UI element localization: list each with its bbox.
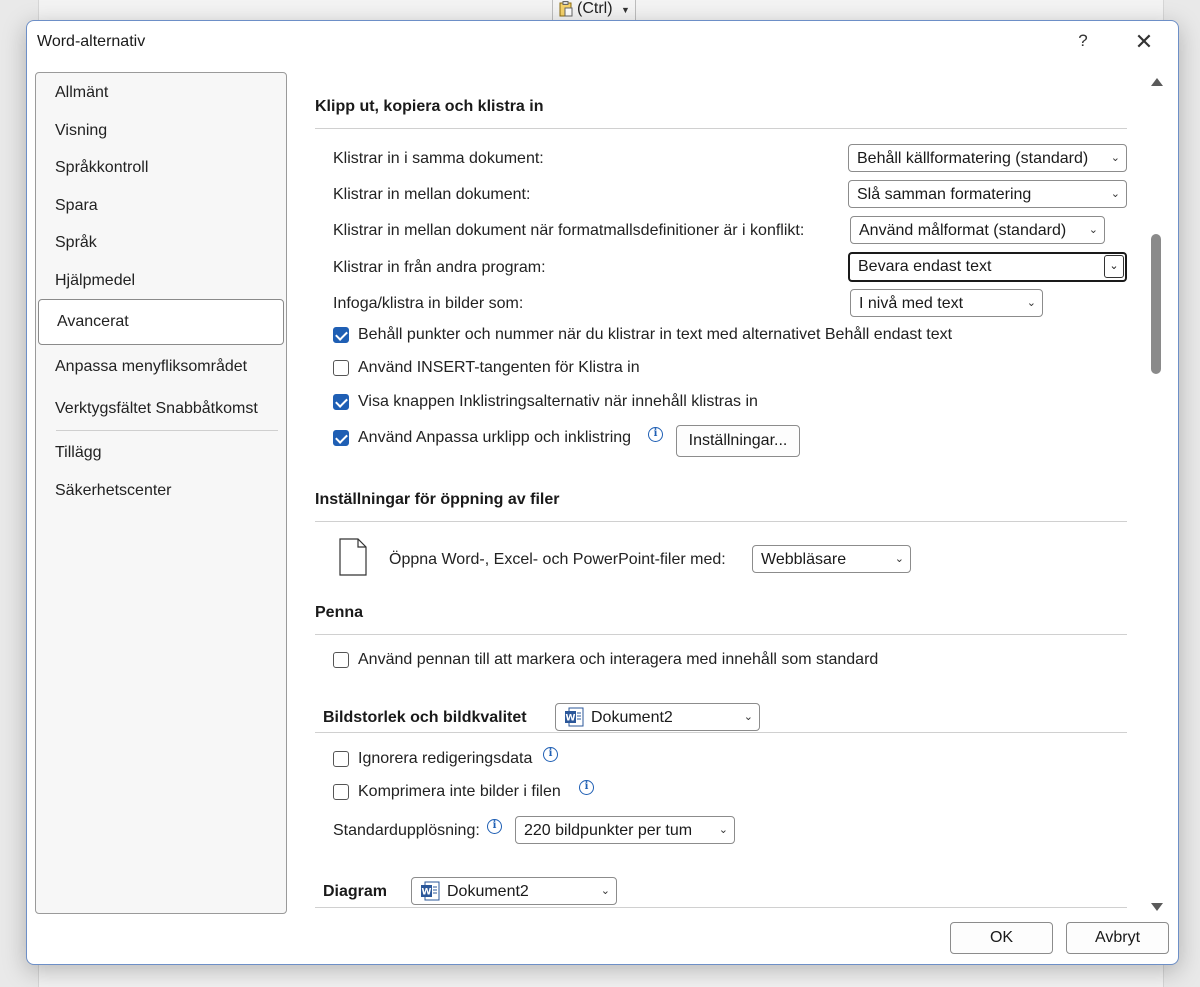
use-pen-checkbox[interactable] [333, 652, 349, 668]
help-button[interactable]: ? [1072, 29, 1094, 53]
insert-pictures-label: Infoga/klistra in bilder som: [333, 295, 524, 312]
section-divider [315, 634, 1127, 635]
chevron-down-icon: ⌄ [743, 711, 753, 723]
word-document-icon: W [421, 881, 440, 901]
ignore-editing-data-checkbox[interactable] [333, 751, 349, 767]
word-document-icon: W [565, 707, 584, 727]
section-heading-chart: Diagram [323, 883, 388, 900]
close-button[interactable]: ✕ [1129, 29, 1159, 55]
chevron-down-icon: ⌄ [894, 553, 904, 565]
chevron-down-icon: ⌄ [1104, 255, 1124, 278]
chevron-down-icon: ▼ [621, 5, 630, 15]
section-heading-open-files: Inställningar för öppning av filer [315, 491, 560, 508]
paste-other-programs-label: Klistrar in från andra program: [333, 259, 546, 276]
open-files-select[interactable]: Webbläsare ⌄ [752, 545, 911, 573]
insert-key-checkbox[interactable] [333, 360, 349, 376]
info-icon: i [487, 819, 502, 834]
sidebar-item-sakerhetscenter[interactable]: Säkerhetscenter [37, 473, 284, 509]
paste-conflict-select[interactable]: Använd målformat (standard) ⌄ [850, 216, 1105, 244]
ok-button[interactable]: OK [950, 922, 1053, 954]
section-heading-paste: Klipp ut, kopiera och klistra in [315, 98, 544, 115]
paste-options-chip[interactable]: (Ctrl) ▼ [552, 0, 636, 21]
paste-other-programs-select[interactable]: Bevara endast text ⌄ [848, 252, 1127, 282]
select-value: Använd målformat (standard) [859, 222, 1067, 239]
insert-key-label: Använd INSERT-tangenten för Klistra in [358, 359, 640, 376]
select-value: I nivå med text [859, 295, 964, 312]
chevron-down-icon: ⌄ [600, 885, 610, 897]
settings-button[interactable]: Inställningar... [676, 425, 800, 457]
select-value: Slå samman formatering [857, 186, 1032, 203]
smart-cut-paste-label: Använd Anpassa urklipp och inklistring [358, 429, 632, 446]
paste-chip-label: (Ctrl) [577, 0, 613, 17]
select-value: Dokument2 [591, 709, 673, 726]
paste-between-docs-label: Klistrar in mellan dokument: [333, 186, 531, 203]
insert-pictures-select[interactable]: I nivå med text ⌄ [850, 289, 1043, 317]
sidebar-item-sprak[interactable]: Språk [37, 225, 284, 261]
select-value: Webbläsare [761, 551, 847, 568]
open-files-label: Öppna Word-, Excel- och PowerPoint-filer… [389, 551, 726, 568]
section-divider [315, 521, 1127, 522]
no-compress-label: Komprimera inte bilder i filen [358, 783, 561, 800]
section-divider [315, 732, 1127, 733]
chevron-down-icon: ⌄ [718, 824, 728, 836]
info-icon: i [579, 780, 594, 795]
sidebar-item-hjalpmedel[interactable]: Hjälpmedel [37, 263, 284, 299]
select-value: Dokument2 [447, 883, 529, 900]
sidebar-item-sprakkontroll[interactable]: Språkkontroll [37, 150, 284, 186]
chevron-down-icon: ⌄ [1088, 224, 1098, 236]
ignore-editing-data-label: Ignorera redigeringsdata [358, 750, 533, 767]
sidebar-item-anpassa-menyfliksomradet[interactable]: Anpassa menyfliksområdet [37, 349, 284, 385]
use-pen-label: Använd pennan till att markera och inter… [358, 651, 879, 668]
scroll-down-icon[interactable] [1151, 903, 1163, 911]
select-value: Bevara endast text [858, 258, 992, 275]
default-resolution-select[interactable]: 220 bildpunkter per tum ⌄ [515, 816, 735, 844]
paste-same-doc-label: Klistrar in i samma dokument: [333, 150, 544, 167]
paste-same-doc-select[interactable]: Behåll källformatering (standard) ⌄ [848, 144, 1127, 172]
chevron-down-icon: ⌄ [1110, 152, 1120, 164]
chevron-down-icon: ⌄ [1026, 297, 1036, 309]
select-value: Behåll källformatering (standard) [857, 150, 1089, 167]
section-heading-pen: Penna [315, 604, 364, 621]
chevron-down-icon: ⌄ [1110, 188, 1120, 200]
sidebar-item-tillagg[interactable]: Tillägg [37, 435, 284, 471]
info-icon: i [543, 747, 558, 762]
svg-text:W: W [566, 714, 576, 724]
dialog-title: Word-alternativ [37, 33, 146, 50]
show-paste-options-label: Visa knappen Inklistringsalternativ när … [358, 393, 758, 410]
content-scrollbar[interactable] [1149, 76, 1165, 911]
sidebar-divider [56, 430, 278, 431]
keep-bullets-label: Behåll punkter och nummer när du klistra… [358, 326, 953, 343]
scroll-thumb[interactable] [1151, 234, 1161, 374]
paste-conflict-label: Klistrar in mellan dokument när formatma… [333, 222, 805, 239]
sidebar-item-allmant[interactable]: Allmänt [37, 75, 284, 111]
section-heading-image-quality: Bildstorlek och bildkvalitet [323, 709, 527, 726]
sidebar-item-snabbatkomst[interactable]: Verktygsfältet Snabbåtkomst [37, 391, 284, 427]
show-paste-options-checkbox[interactable] [333, 394, 349, 410]
chart-document-select[interactable]: W Dokument2 ⌄ [411, 877, 617, 905]
sidebar-item-spara[interactable]: Spara [37, 188, 284, 224]
section-divider [315, 907, 1127, 908]
clipboard-icon [559, 1, 573, 17]
scroll-up-icon[interactable] [1151, 78, 1163, 86]
options-sidebar: Allmänt Visning Språkkontroll Spara Språ… [35, 72, 287, 914]
file-icon [339, 538, 367, 576]
no-compress-checkbox[interactable] [333, 784, 349, 800]
default-resolution-label: Standardupplösning: [333, 822, 480, 839]
section-divider [315, 128, 1127, 129]
word-options-dialog: Word-alternativ ? ✕ Allmänt Visning Språ… [26, 20, 1179, 965]
image-quality-document-select[interactable]: W Dokument2 ⌄ [555, 703, 760, 731]
select-value: 220 bildpunkter per tum [524, 822, 693, 839]
sidebar-item-visning[interactable]: Visning [37, 113, 284, 149]
svg-text:W: W [422, 888, 432, 898]
info-icon: i [648, 427, 663, 442]
keep-bullets-checkbox[interactable] [333, 327, 349, 343]
sidebar-item-avancerat[interactable]: Avancerat [38, 299, 284, 345]
paste-between-docs-select[interactable]: Slå samman formatering ⌄ [848, 180, 1127, 208]
smart-cut-paste-checkbox[interactable] [333, 430, 349, 446]
options-content: Klipp ut, kopiera och klistra in Klistra… [297, 71, 1147, 911]
cancel-button[interactable]: Avbryt [1066, 922, 1169, 954]
